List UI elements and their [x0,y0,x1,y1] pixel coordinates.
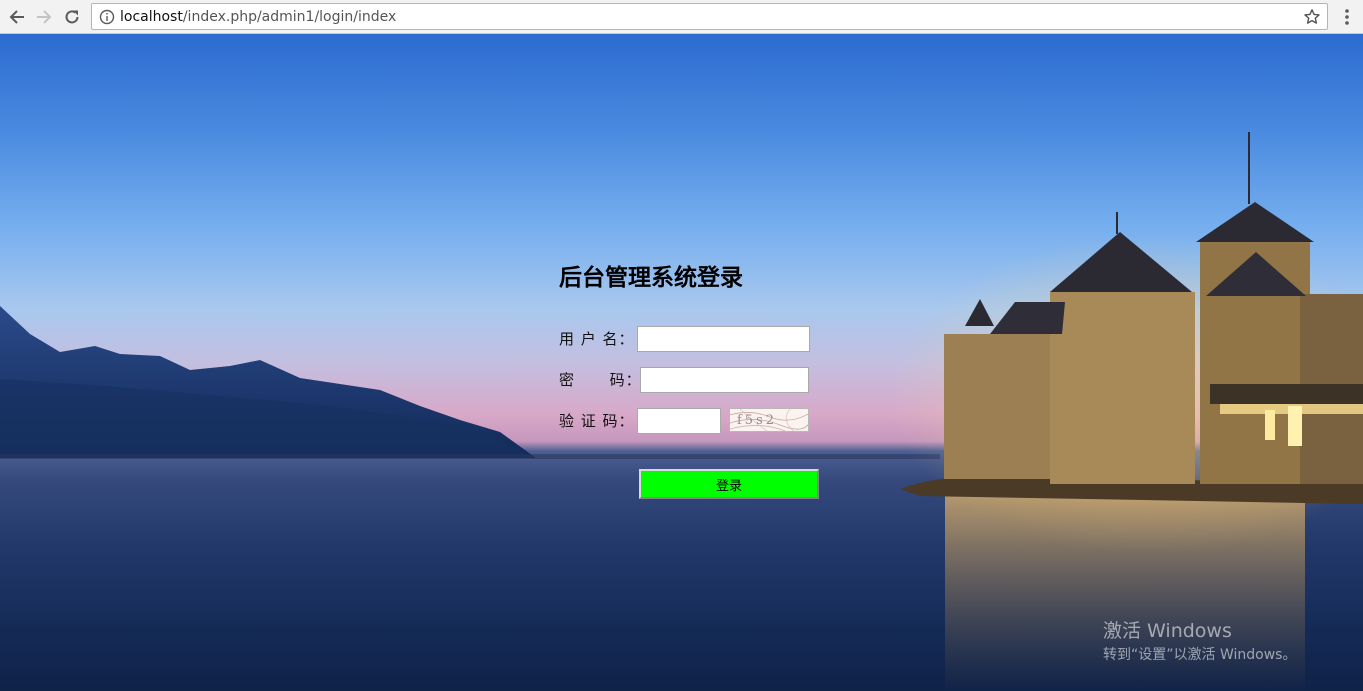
reload-icon [65,10,79,24]
username-label: 用 户 名： [559,330,635,348]
background-scenery [0,132,1363,691]
forward-arrow-icon [37,10,52,24]
captcha-input[interactable] [637,408,721,434]
password-label: 密 码： [559,371,642,389]
menu-dots-icon [1345,9,1349,25]
browser-menu-button[interactable] [1337,6,1357,28]
url-path: /index.php/admin1/login/index [182,9,397,25]
login-page: 后台管理系统登录 用 户 名： 密 码： 验 证 码： f5s2 登录 激活 W… [0,34,1363,691]
browser-toolbar: localhost/index.php/admin1/login/index [0,0,1363,34]
username-input[interactable] [637,326,810,352]
captcha-text: f5s2 [737,413,777,428]
back-arrow-icon [9,10,24,24]
password-input[interactable] [640,367,809,393]
windows-activation-subtitle: 转到“设置”以激活 Windows。 [1103,647,1297,663]
captcha-image[interactable]: f5s2 [729,408,809,432]
captcha-noise: f5s2 [730,409,808,431]
castle [900,132,1363,504]
login-title: 后台管理系统登录 [559,265,743,291]
forward-button[interactable] [33,6,55,28]
info-icon[interactable] [99,9,115,25]
reload-button[interactable] [61,6,83,28]
url-text[interactable]: localhost/index.php/admin1/login/index [120,9,396,25]
url-host: localhost [120,9,183,25]
captcha-label: 验 证 码： [559,412,635,430]
login-button[interactable]: 登录 [639,469,819,499]
address-bar[interactable]: localhost/index.php/admin1/login/index [91,3,1328,30]
bookmark-star-icon[interactable] [1303,8,1321,26]
back-button[interactable] [6,6,28,28]
windows-activation-title: 激活 Windows [1103,620,1232,642]
